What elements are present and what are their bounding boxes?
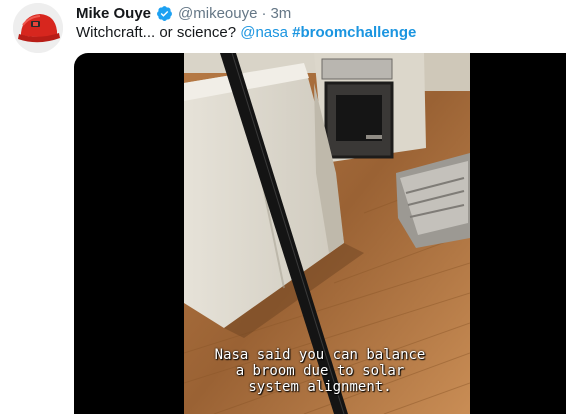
red-cap-icon <box>13 3 63 53</box>
separator-dot: · <box>261 4 267 22</box>
tweet-text-body: Witchcraft... or science? <box>76 24 241 41</box>
video-caption: Nasa said you can balance a broom due to… <box>74 347 566 395</box>
tweet-text: Witchcraft... or science? @nasa #broomch… <box>76 24 416 41</box>
timestamp[interactable]: 3m <box>270 5 291 22</box>
video-player[interactable]: Nasa said you can balance a broom due to… <box>74 53 566 414</box>
tweet-header: Mike Ouye @mikeouye · 3m <box>76 3 291 23</box>
caption-line: a broom due to solar <box>235 363 405 379</box>
caption-line: Nasa said you can balance <box>214 347 426 363</box>
hashtag-link[interactable]: #broomchallenge <box>292 24 416 41</box>
author-handle[interactable]: @mikeouye <box>178 5 257 22</box>
mention-link[interactable]: @nasa <box>240 24 288 41</box>
caption-line: system alignment. <box>248 379 392 395</box>
avatar[interactable] <box>13 3 63 53</box>
author-name[interactable]: Mike Ouye <box>76 5 151 22</box>
verified-badge-icon <box>157 5 172 21</box>
